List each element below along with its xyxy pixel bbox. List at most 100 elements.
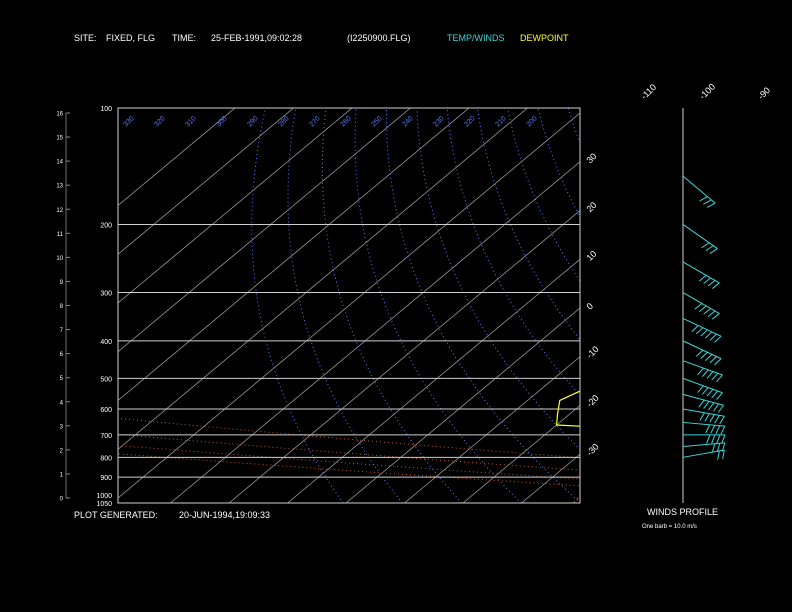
isotherm-line [118, 108, 470, 402]
wind-barb-flag [705, 424, 711, 434]
wind-barb-flag [712, 282, 720, 289]
mixing-ratio-label: 0.2 [630, 374, 642, 386]
wind-barb-flag [711, 443, 716, 453]
wind-barb-flag [707, 310, 716, 318]
wind-barb-flag [706, 434, 711, 444]
wind-barb-flag [698, 274, 707, 282]
pressure-tick-label: 700 [100, 433, 112, 440]
height-tick-label: 11 [57, 232, 64, 238]
mixing-ratio-line [717, 341, 792, 503]
height-tick-label: 0 [60, 497, 64, 503]
height-tick-label: 12 [56, 208, 63, 214]
adiabat-label: 230 [432, 115, 445, 128]
pressure-tick-label: 400 [100, 339, 112, 346]
dry-adiabat [354, 108, 522, 503]
height-tick-label: 8 [60, 304, 64, 310]
isotherm-line [579, 502, 580, 503]
isotherm-line [118, 112, 580, 499]
right-temp-label: -20 [584, 393, 600, 409]
height-tick-label: 3 [60, 424, 64, 430]
wind-barb-flag [709, 248, 718, 254]
wind-barb-flag [719, 416, 725, 425]
wind-barb-flag [711, 390, 719, 399]
wind-barb-flag [705, 245, 714, 252]
wind-barb-flag [694, 303, 703, 310]
wind-barb-flag [709, 414, 715, 423]
dry-adiabat [720, 108, 792, 503]
wind-barb-flag [712, 313, 720, 320]
skew-t-chart: 330 320 310 300 290 280 270 260 250 240 230 220 210 2… [56, 82, 792, 508]
isotherm-line [118, 108, 294, 255]
wind-barb [682, 377, 723, 394]
height-tick-label: 2 [60, 448, 64, 454]
wind-barb-flag [708, 402, 715, 411]
adiabat-label: 200 [525, 115, 538, 128]
isotherm-line [287, 258, 580, 503]
top-temp-label: -110 [639, 82, 658, 101]
wind-barb-flag [703, 401, 710, 409]
wind-barb-flag [699, 196, 708, 202]
isotherm-line [521, 453, 580, 503]
mixing-ratio-label: 2.0 [782, 374, 792, 386]
dry-adiabat [251, 108, 344, 503]
pressure-tick-label: 1000 [96, 493, 112, 500]
dry-adiabat [321, 108, 463, 503]
adiabat-label: 320 [153, 115, 166, 128]
isotherm-line [462, 404, 580, 503]
height-tick-label: 1 [60, 472, 64, 478]
wind-barb-flag [700, 351, 708, 359]
wind-barb-flag [704, 413, 710, 422]
wind-barb-flag [715, 425, 721, 434]
adiabat-label: 240 [401, 115, 414, 128]
pressure-tick-label: 100 [100, 106, 112, 113]
height-tick-label: 14 [56, 160, 63, 166]
wind-barb [682, 175, 716, 204]
dry-adiabat [567, 108, 580, 145]
right-temp-label: 10 [584, 249, 598, 263]
wind-barb-flag [717, 450, 720, 460]
height-tick-label: 4 [60, 400, 64, 406]
height-tick-label: 9 [60, 280, 64, 286]
barb-scale-note: One barb = 10.0 m/s [642, 524, 697, 530]
wind-barb-flag [706, 388, 714, 397]
wind-barb-flag [721, 434, 726, 444]
isotherm-line [170, 161, 580, 503]
wind-barb-flag [709, 356, 717, 364]
mixing-ratio-line [656, 341, 792, 503]
wind-barb-flag [706, 371, 714, 379]
wind-barb-flag [714, 335, 722, 343]
adiabat-label: 270 [308, 115, 321, 128]
isotherm-line [228, 209, 580, 503]
mixing-ratio-label: 1.0 [736, 374, 748, 386]
wind-barb [682, 393, 724, 406]
height-tick-label: 7 [60, 328, 64, 334]
dry-adiabat [386, 108, 580, 503]
wind-barb-flag [697, 385, 704, 393]
adiabat-label: 220 [463, 115, 476, 128]
wind-barb-flag [714, 358, 722, 366]
wind-barb-flag [705, 354, 713, 361]
height-tick-label: 15 [56, 136, 63, 142]
wind-barb-flag [703, 199, 712, 205]
wind-barb-flag [711, 372, 719, 381]
wind-barb-flag [707, 280, 716, 287]
isotherm-line [756, 108, 792, 503]
wind-barb-flag [716, 392, 723, 400]
plot-generated-value: 20-JUN-1994,19:09:33 [179, 510, 271, 520]
wind-barb-flag [700, 329, 708, 337]
wind-barb-flag [707, 202, 716, 208]
wind-barb-flag [711, 434, 716, 444]
wind-barb-flag [695, 349, 704, 357]
wind-barb-flag [698, 305, 707, 313]
wind-barb-flag [710, 424, 716, 434]
dry-adiabat [780, 108, 792, 503]
dry-adiabat [750, 108, 792, 503]
wind-barb-flag [699, 412, 705, 421]
wind-barb-flag [697, 367, 704, 376]
height-tick-label: 10 [56, 256, 63, 262]
right-temp-label: 0 [584, 301, 595, 312]
dry-adiabat [659, 108, 792, 503]
isotherm-line [118, 108, 353, 304]
dry-adiabat [537, 108, 580, 218]
pressure-tick-label: 300 [100, 291, 112, 298]
